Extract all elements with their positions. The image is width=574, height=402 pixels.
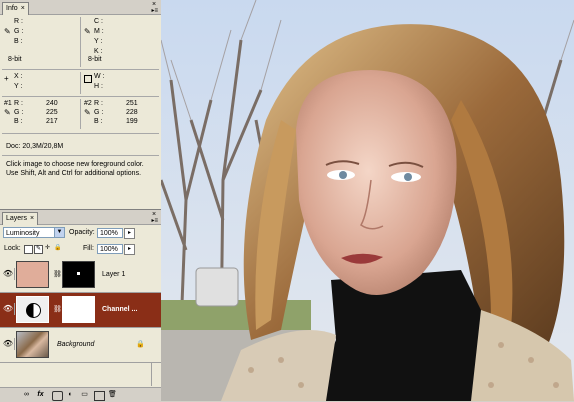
opacity-label: Opacity:	[69, 229, 95, 236]
position-section: + X : Y : W : H :	[0, 70, 161, 96]
folder-icon[interactable]: ▭	[80, 391, 89, 399]
layers-bottom-bar: ∞ fx ◐ ▭ 🗑	[0, 387, 161, 402]
sampler-2-g: 228	[126, 109, 138, 116]
sampler-2-b: 199	[126, 118, 138, 125]
sampler-1-g-label: G :	[14, 109, 24, 116]
sampler-1-b-label: B :	[14, 118, 23, 125]
help-text: Click image to choose new foreground col…	[6, 161, 144, 177]
crosshair-icon: +	[4, 74, 9, 83]
lock-brush-icon[interactable]: ✎	[34, 245, 43, 254]
chain-link-icon[interactable]: ⛓	[53, 305, 62, 313]
eye-icon[interactable]: 👁	[2, 268, 15, 280]
sampler-1-r: 240	[46, 100, 58, 107]
fx-icon[interactable]: fx	[36, 391, 45, 399]
color-readout-section: R : ✎ G : B : 8-bit C : ✎ M : Y : K : 8-…	[0, 15, 161, 70]
layers-panel: Layers × × ▸≡ Luminosity ▼ Opacity: 100% …	[0, 209, 161, 402]
blend-mode-value: Luminosity	[6, 230, 40, 237]
layer-name[interactable]: Background	[57, 340, 94, 349]
layers-tabbar: Layers × × ▸≡	[0, 210, 161, 225]
panel-menu-icon[interactable]: ▸≡	[151, 8, 158, 14]
link-icon[interactable]: ∞	[22, 391, 31, 399]
lock-transparent-icon[interactable]	[24, 245, 33, 254]
cmyk-bit-depth: 8-bit	[88, 56, 102, 63]
eye-icon[interactable]: 👁	[2, 338, 15, 350]
sampler-1-b: 217	[46, 118, 58, 125]
channel-mask-thumbnail[interactable]	[62, 296, 95, 323]
panel-menu-icon[interactable]: ▸≡	[151, 218, 158, 224]
blend-mode-select[interactable]: Luminosity ▼	[3, 227, 65, 238]
rgb-bit-depth: 8-bit	[8, 56, 22, 63]
m-label: M :	[94, 28, 104, 35]
tab-info[interactable]: Info ×	[2, 2, 29, 15]
fill-slider-arrow-icon[interactable]: ▸	[124, 244, 135, 255]
h-label: H :	[94, 83, 103, 90]
sampler-2-eyedropper-icon: ✎	[84, 108, 91, 117]
y-label: Y :	[94, 38, 103, 45]
sampler-1-g: 225	[46, 109, 58, 116]
sampler-1-r-label: R :	[14, 100, 23, 107]
info-tabbar: Info × × ▸≡	[0, 0, 161, 15]
sampler-2-g-label: G :	[94, 109, 104, 116]
eye-icon[interactable]: 👁	[2, 303, 15, 315]
layer-name[interactable]: Layer 1	[102, 270, 125, 279]
sampler-1-eyedropper-icon: ✎	[4, 108, 11, 117]
canvas-photo[interactable]	[161, 0, 574, 401]
c-label: C :	[94, 18, 103, 25]
r-label: R :	[14, 18, 23, 25]
sampler-2-label: #2	[84, 100, 92, 107]
sampler-1-label: #1	[4, 100, 12, 107]
lock-all-icon[interactable]: 🔒	[54, 245, 61, 252]
portrait-image	[161, 0, 574, 401]
info-panel: Info × × ▸≡ R : ✎ G : B : 8-bit C : ✎ M :…	[0, 0, 161, 208]
y-label: Y :	[14, 83, 23, 90]
adjustment-layer-thumbnail	[16, 296, 49, 323]
sampler-section: #1 R : 240 ✎ G : 225 B : 217 #2 R : 251 …	[0, 97, 161, 133]
lock-label: Lock:	[4, 245, 21, 252]
doc-size: Doc: 20,3M/20,8M	[6, 143, 64, 150]
layer-1-mask-thumbnail[interactable]	[62, 261, 95, 288]
tab-layers[interactable]: Layers ×	[2, 212, 39, 225]
chain-link-icon[interactable]: ⛓	[53, 270, 62, 278]
mask-icon[interactable]	[52, 391, 63, 401]
lock-icon: 🔒	[136, 341, 145, 348]
lock-row: Lock: ✎ ✛ 🔒 Fill: 100% ▸	[0, 242, 161, 256]
background-thumbnail	[16, 331, 49, 358]
eyedropper-cmyk-icon: ✎	[84, 27, 91, 36]
sampler-2-r-label: R :	[94, 100, 103, 107]
layer-name[interactable]: Channel ...	[102, 305, 137, 314]
fill-field[interactable]: 100%	[97, 244, 123, 254]
new-layer-icon[interactable]	[94, 391, 105, 401]
chevron-down-icon[interactable]: ▼	[54, 228, 64, 237]
adjustment-icon[interactable]: ◐	[66, 391, 75, 399]
layer-row-layer-1[interactable]: 👁 ⛓ Layer 1	[0, 258, 161, 293]
tab-layers-label: Layers	[6, 215, 28, 222]
trash-icon[interactable]: 🗑	[108, 391, 117, 399]
lock-move-icon[interactable]: ✛	[44, 245, 51, 252]
tab-close-icon[interactable]: ×	[21, 5, 25, 12]
layer-row-channel[interactable]: 👁 ⛓ Channel ...	[0, 293, 161, 328]
opacity-slider-arrow-icon[interactable]: ▸	[124, 228, 135, 239]
g-label: G :	[14, 28, 24, 35]
eyedropper-icon: ✎	[4, 27, 11, 36]
tab-close-icon[interactable]: ×	[30, 215, 34, 222]
tab-info-label: Info	[6, 5, 18, 12]
panel-column: Info × × ▸≡ R : ✎ G : B : 8-bit C : ✎ M :…	[0, 0, 162, 402]
sampler-2-b-label: B :	[94, 118, 103, 125]
opacity-field[interactable]: 100%	[97, 228, 123, 238]
w-label: W :	[94, 73, 105, 80]
sampler-2-r: 251	[126, 100, 138, 107]
selection-size-icon	[84, 75, 92, 83]
fill-label: Fill:	[83, 245, 94, 252]
layer-1-thumbnail	[16, 261, 49, 288]
layer-row-background[interactable]: 👁 Background 🔒	[0, 328, 161, 363]
x-label: X :	[14, 73, 23, 80]
blend-row: Luminosity ▼ Opacity: 100% ▸	[0, 226, 161, 240]
b-label: B :	[14, 38, 23, 45]
